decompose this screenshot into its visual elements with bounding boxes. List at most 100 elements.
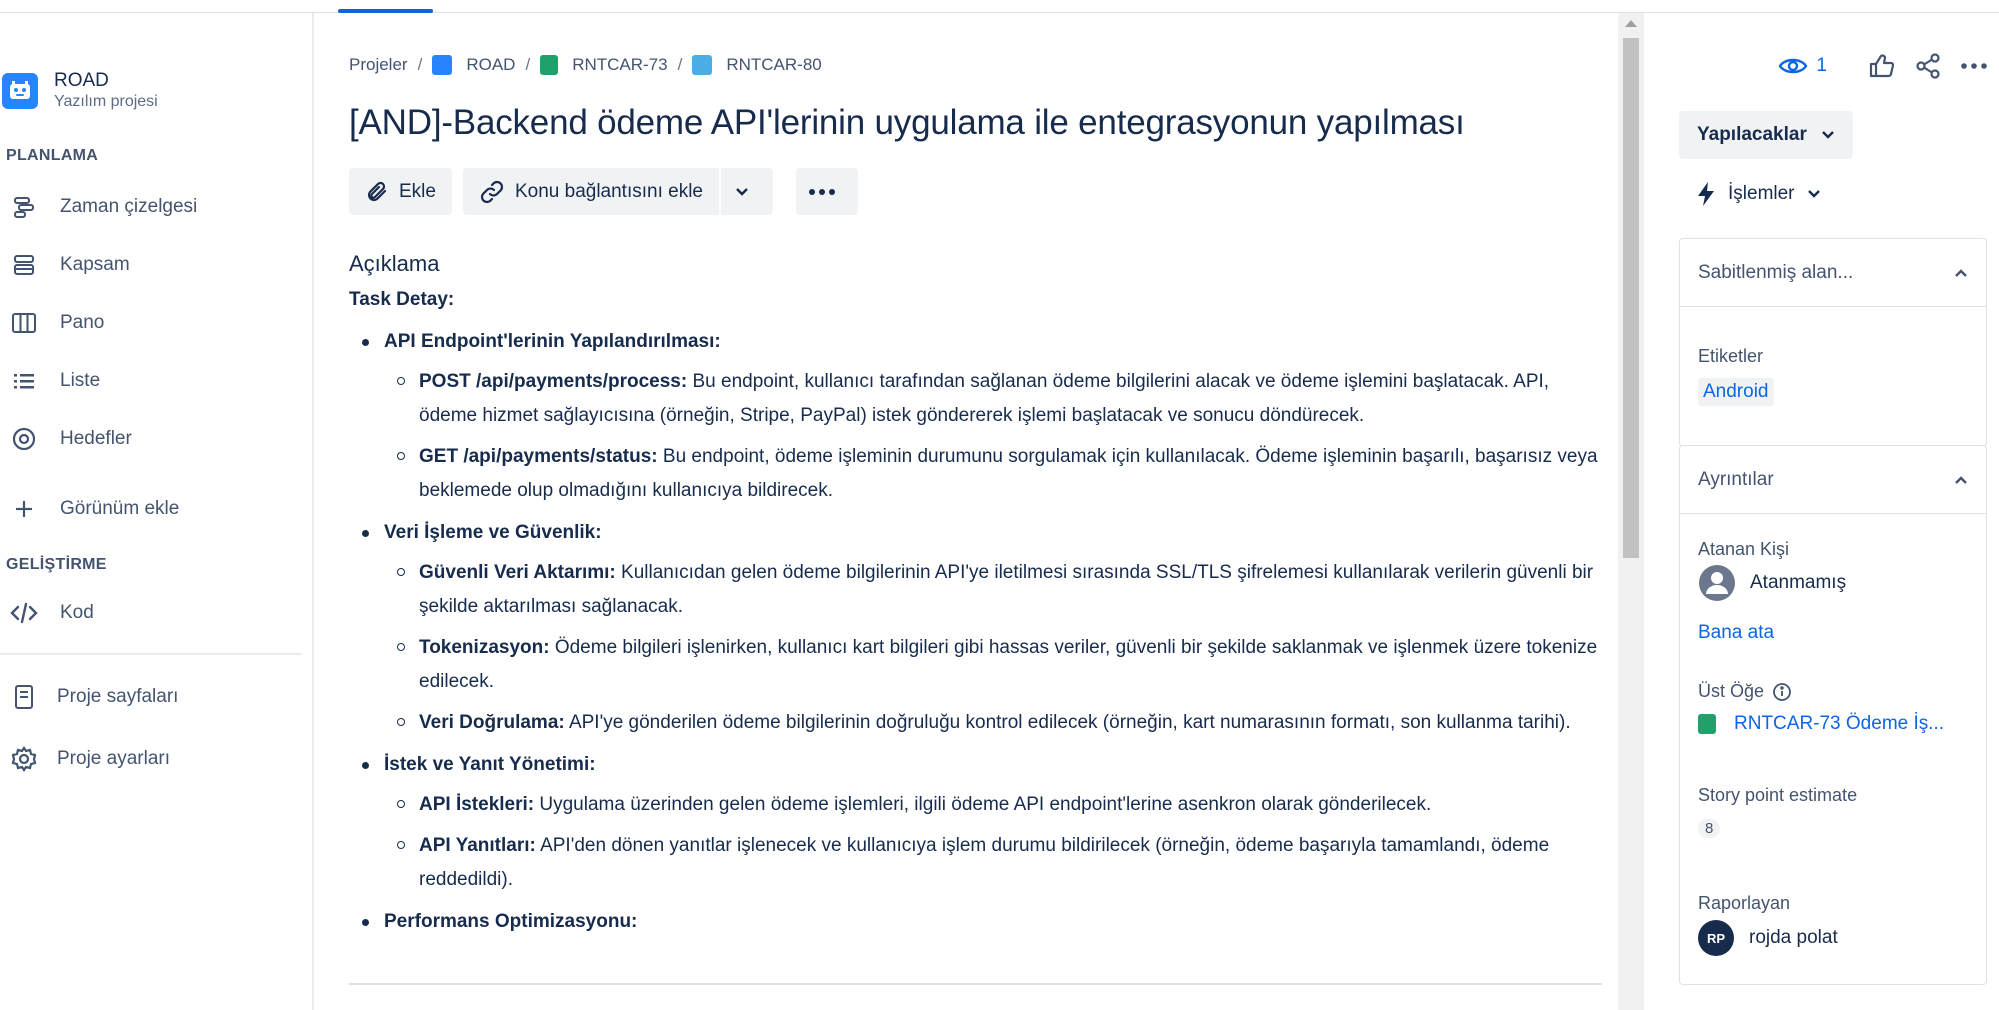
eye-icon — [1779, 58, 1808, 74]
item-text: Ödeme bilgileri işlenirken, kullanıcı ka… — [419, 637, 1598, 692]
details-header[interactable]: Ayrıntılar — [1680, 446, 1986, 514]
reporter-label: Raporlayan — [1698, 893, 1791, 913]
issue-title[interactable]: [AND]-Backend ödeme API'lerinin uygulama… — [349, 103, 1465, 143]
like-button[interactable] — [1869, 53, 1895, 79]
chevron-down-icon — [1822, 131, 1834, 139]
unassigned-avatar-icon — [1699, 565, 1735, 601]
sidebar-item-label: Hedefler — [60, 428, 132, 449]
task-heading: Task Detay: — [349, 289, 455, 310]
task-list: API Endpoint'lerinin Yapılandırılması: P… — [361, 325, 1599, 939]
pinned-fields-title: Sabitlenmiş alan... — [1698, 261, 1854, 283]
gear-icon — [2, 746, 46, 772]
list-item: API Yanıtları: API'den dönen yanıtlar iş… — [397, 829, 1599, 897]
item-label: GET /api/payments/status: — [419, 446, 658, 467]
sidebar-item-label: Proje ayarları — [57, 748, 170, 769]
link-issue-group: Konu bağlantısını ekle — [462, 168, 773, 215]
story-icon — [1698, 714, 1716, 734]
list-item: İstek ve Yanıt Yönetimi: API İstekleri: … — [361, 748, 1599, 897]
sidebar-item-code[interactable]: Kod — [0, 593, 300, 633]
issue-actions: Ekle Konu bağlantısını ekle — [349, 168, 858, 215]
details-title: Ayrıntılar — [1698, 468, 1774, 490]
list-item: Veri İşleme ve Güvenlik: Güvenli Veri Ak… — [361, 516, 1599, 740]
section-label: İstek ve Yanıt Yönetimi: — [384, 754, 596, 775]
reporter-field[interactable]: RP rojda polat — [1698, 920, 1838, 956]
section-label: Performans Optimizasyonu: — [384, 911, 638, 932]
more-icon — [809, 188, 835, 195]
status-label: Yapılacaklar — [1697, 124, 1807, 145]
project-name: ROAD — [54, 70, 109, 91]
story-points-badge[interactable]: 8 — [1698, 819, 1721, 838]
sidebar-item-board[interactable]: Pano — [0, 303, 300, 343]
more-icon — [1961, 63, 1987, 69]
section-dev-label: GELİŞTİRME — [6, 556, 107, 573]
info-icon[interactable] — [1772, 682, 1792, 702]
breadcrumb-separator: / — [525, 55, 531, 74]
actions-dropdown[interactable]: İşlemler — [1696, 181, 1821, 207]
timeline-icon — [2, 195, 46, 219]
breadcrumb-projects[interactable]: Projeler — [349, 55, 408, 75]
scrollbar-thumb[interactable] — [1623, 38, 1639, 558]
project-type: Yazılım projesi — [54, 93, 158, 110]
sidebar-item-add-view[interactable]: Görünüm ekle — [0, 489, 300, 529]
content-divider — [349, 983, 1602, 985]
chevron-up-icon — [1955, 475, 1967, 484]
sidebar-item-goals[interactable]: Hedefler — [0, 419, 300, 459]
sidebar-item-backlog[interactable]: Kapsam — [0, 245, 300, 285]
share-icon — [1916, 53, 1940, 79]
list-item: API Endpoint'lerinin Yapılandırılması: P… — [361, 325, 1599, 508]
link-issue-button[interactable]: Konu bağlantısını ekle — [462, 168, 719, 215]
list-item: API İstekleri: Uygulama üzerinden gelen … — [397, 788, 1599, 822]
list-item: Veri Doğrulama: API'ye gönderilen ödeme … — [397, 706, 1599, 740]
breadcrumb-label: RNTCAR-73 — [572, 55, 668, 74]
list-item: Tokenizasyon: Ödeme bilgileri işlenirken… — [397, 631, 1599, 699]
link-issue-label: Konu bağlantısını ekle — [514, 180, 703, 202]
sidebar-item-list[interactable]: Liste — [0, 361, 300, 401]
sidebar-item-project-settings[interactable]: Proje ayarları — [0, 739, 300, 779]
actions-label: İşlemler — [1728, 183, 1795, 204]
parent-issue-link[interactable]: RNTCAR-73 Ödeme İş... — [1698, 713, 1944, 735]
chevron-up-icon — [1955, 268, 1967, 277]
more-actions-button[interactable] — [796, 168, 858, 215]
link-icon — [480, 180, 504, 203]
assign-to-me-link[interactable]: Bana ata — [1698, 622, 1774, 644]
breadcrumb-current-issue[interactable]: RNTCAR-80 — [692, 55, 822, 75]
section-label: Veri İşleme ve Güvenlik: — [384, 522, 602, 543]
description-body[interactable]: Task Detay: API Endpoint'lerinin Yapılan… — [349, 283, 1599, 947]
parent-label-row: Üst Öğe — [1698, 681, 1792, 702]
board-icon — [2, 311, 46, 335]
list-icon — [2, 371, 46, 391]
project-header[interactable]: ROAD Yazılım projesi — [0, 63, 158, 119]
share-button[interactable] — [1915, 53, 1941, 79]
attach-label: Ekle — [399, 180, 436, 202]
sidebar-divider — [0, 653, 302, 655]
breadcrumb-label: ROAD — [466, 55, 516, 74]
list-item: Performans Optimizasyonu: — [361, 905, 1599, 939]
issue-main: Projeler / ROAD / RNTCAR-73 / RNTCAR-80 … — [316, 13, 1628, 1010]
status-dropdown[interactable]: Yapılacaklar — [1679, 111, 1853, 159]
pinned-fields-header[interactable]: Sabitlenmiş alan... — [1680, 239, 1986, 307]
sidebar-item-label: Görünüm ekle — [60, 498, 180, 519]
scroll-up-arrow-icon[interactable] — [1625, 20, 1637, 27]
item-text: API'ye gönderilen ödeme bilgilerinin doğ… — [564, 712, 1571, 733]
assignee-label: Atanan Kişi — [1698, 539, 1790, 559]
breadcrumb-parent-issue[interactable]: RNTCAR-73 — [540, 55, 668, 75]
sidebar-item-label: Zaman çizelgesi — [60, 196, 198, 217]
chevron-down-icon — [1807, 190, 1820, 198]
breadcrumb-separator: / — [417, 55, 423, 74]
more-options-button[interactable] — [1961, 62, 1987, 70]
attach-button[interactable]: Ekle — [349, 168, 452, 215]
label-tag[interactable]: Android — [1698, 378, 1774, 406]
sidebar-item-project-pages[interactable]: Proje sayfaları — [0, 677, 300, 717]
watch-button[interactable]: 1 — [1778, 55, 1827, 77]
link-issue-dropdown[interactable] — [721, 168, 773, 215]
sidebar-item-timeline[interactable]: Zaman çizelgesi — [0, 187, 300, 227]
sidebar-item-label: Proje sayfaları — [57, 686, 179, 707]
breadcrumb-project[interactable]: ROAD — [432, 55, 515, 75]
plus-icon — [2, 499, 46, 519]
item-text: API'den dönen yanıtlar işlenecek ve kull… — [419, 835, 1550, 890]
assignee-field[interactable]: Atanmamış — [1698, 564, 1846, 602]
breadcrumb: Projeler / ROAD / RNTCAR-73 / RNTCAR-80 — [349, 55, 822, 75]
sidebar-item-label: Pano — [60, 312, 105, 333]
project-avatar-icon — [432, 55, 453, 75]
story-points-label: Story point estimate — [1698, 785, 1858, 805]
